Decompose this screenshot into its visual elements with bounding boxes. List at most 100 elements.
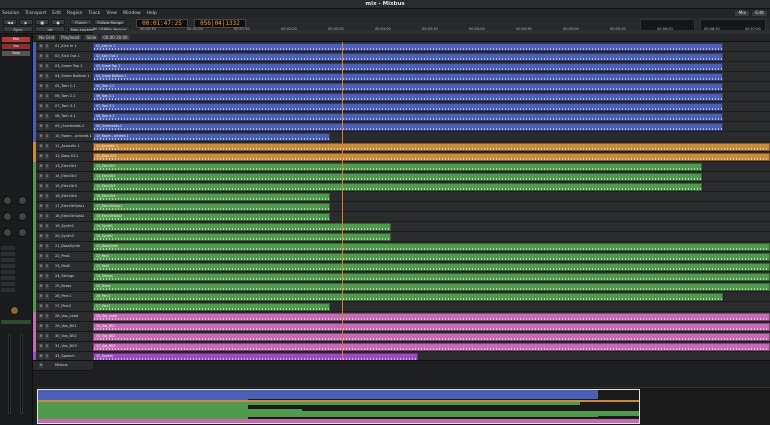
track-header[interactable]: M S 09_Overheads.1 — [33, 122, 93, 132]
mute-button[interactable]: M — [39, 114, 43, 119]
eq-knob[interactable] — [3, 196, 12, 205]
audio-region[interactable]: 17_ElecGtrSolo1 — [93, 203, 330, 211]
track-header[interactable]: M S 01_Kick In 1 — [33, 42, 93, 52]
strip-button[interactable] — [1, 282, 15, 286]
track-header[interactable]: M S 13_ElecGtr1 — [33, 162, 93, 172]
track-header[interactable]: M S 18_ElecGtrSolo2 — [33, 212, 93, 222]
mute-button[interactable]: M — [39, 134, 43, 139]
pan-knob[interactable] — [10, 306, 19, 315]
mute-button[interactable]: M — [39, 254, 43, 259]
solo-button[interactable]: S — [45, 264, 49, 269]
track-lane[interactable]: 10_Room - printed.1 — [93, 132, 770, 142]
solo-button[interactable]: S — [45, 54, 49, 59]
track-lane[interactable]: 14_ElecGtr2 — [93, 172, 770, 182]
mute-button[interactable]: M — [39, 84, 43, 89]
track-lane[interactable]: 18_ElecGtrSolo2 — [93, 212, 770, 222]
edit-point-select[interactable]: Playhead — [59, 35, 82, 40]
mute-button[interactable]: M — [39, 154, 43, 159]
audio-region[interactable]: 07_Tom 3.1 — [93, 103, 723, 111]
audio-region[interactable]: 03_Snare Top 1 — [93, 63, 723, 71]
track-lane[interactable]: 15_ElecGtr3 — [93, 182, 770, 192]
mute-button[interactable]: M — [39, 144, 43, 149]
track-lane[interactable]: 22_Pad1 — [93, 252, 770, 262]
audio-region[interactable]: 30_Vox_BV2 — [93, 333, 770, 341]
play-button[interactable]: ▶ — [19, 19, 33, 25]
strip-button[interactable] — [1, 246, 15, 250]
strip-button[interactable] — [1, 288, 15, 292]
mute-button[interactable]: M — [39, 244, 43, 249]
track-header[interactable]: M S 16_ElecGtr4 — [33, 192, 93, 202]
audio-region[interactable]: 20_Synth2 — [93, 233, 391, 241]
track-header[interactable]: M S 15_ElecGtr3 — [33, 182, 93, 192]
track-lane[interactable]: 25_Brass — [93, 282, 770, 292]
audio-region[interactable]: 13_ElecGtr1 — [93, 163, 703, 171]
track-header[interactable]: M S 05_Tom 1.1 — [33, 82, 93, 92]
track-lane[interactable]: 03_Snare Top 1 — [93, 62, 770, 72]
mute-button[interactable]: M — [39, 354, 43, 359]
eq-knob[interactable] — [18, 196, 27, 205]
mixbus-track-header[interactable]: M Mixbus — [33, 361, 93, 371]
mute-button[interactable]: M — [39, 284, 43, 289]
audio-region[interactable]: 06_Tom 2.1 — [93, 93, 723, 101]
track-header[interactable]: M S 07_Tom 3.1 — [33, 102, 93, 112]
menu-edit[interactable]: Edit — [52, 11, 61, 16]
strip-button[interactable] — [1, 276, 15, 280]
rewind-button[interactable]: ◀◀ — [3, 19, 17, 25]
solo-button[interactable]: S — [45, 74, 49, 79]
track-header[interactable]: M S 27_Perc2 — [33, 302, 93, 312]
solo-button[interactable]: S — [45, 124, 49, 129]
menu-region[interactable]: Region — [67, 11, 82, 16]
solo-button[interactable]: S — [45, 174, 49, 179]
mute-button[interactable]: M — [39, 344, 43, 349]
audio-region[interactable]: 31_Vox_BV3 — [93, 343, 770, 351]
track-lane[interactable]: 24_Strings — [93, 272, 770, 282]
mute-button[interactable]: M — [39, 314, 43, 319]
mute-button[interactable]: M — [39, 124, 43, 129]
solo-button[interactable]: S — [45, 184, 49, 189]
mute-button[interactable]: M — [39, 224, 43, 229]
audio-region[interactable]: 16_ElecGtr4 — [93, 193, 330, 201]
comp-knob[interactable] — [3, 228, 12, 237]
track-lane[interactable]: 05_Tom 1.1 — [93, 82, 770, 92]
edit-window-button[interactable]: Edit — [752, 10, 767, 16]
track-lane[interactable]: 20_Synth2 — [93, 232, 770, 242]
track-lane[interactable]: 21_BassSynth — [93, 242, 770, 252]
comp-knob[interactable] — [18, 228, 27, 237]
menu-view[interactable]: View — [106, 11, 117, 16]
audio-region[interactable]: 21_BassSynth — [93, 243, 770, 251]
record-button[interactable]: ● — [51, 19, 65, 25]
playhead-marker[interactable] — [342, 42, 343, 387]
summary-pane[interactable] — [37, 387, 770, 425]
track-header[interactable]: M S 03_Snare Top 1 — [33, 62, 93, 72]
mute-button[interactable]: M — [39, 54, 43, 59]
solo-button[interactable]: S — [45, 114, 49, 119]
solo-button[interactable]: S — [45, 214, 49, 219]
audio-region[interactable]: 24_Strings — [93, 273, 770, 281]
solo-button[interactable]: S — [45, 204, 49, 209]
editor-empty-area[interactable]: M Mixbus — [33, 360, 770, 387]
mute-button[interactable]: M — [39, 64, 43, 69]
mute-button[interactable]: M — [39, 274, 43, 279]
audio-region[interactable]: 09_Overheads.1 — [93, 123, 723, 131]
mute-button[interactable]: M — [39, 184, 43, 189]
track-lane[interactable]: 26_Perc1 — [93, 292, 770, 302]
solo-button[interactable]: S — [45, 144, 49, 149]
mute-button[interactable]: M — [39, 324, 43, 329]
solo-button[interactable]: S — [45, 64, 49, 69]
solo-button[interactable]: S — [45, 344, 49, 349]
audio-region[interactable]: 27_Perc2 — [93, 303, 330, 311]
stop-button[interactable]: ■ — [35, 19, 49, 25]
track-header[interactable]: M S 25_Brass — [33, 282, 93, 292]
audio-region[interactable]: 10_Room - printed.1 — [93, 133, 330, 141]
solo-button[interactable]: S — [45, 104, 49, 109]
solo-button[interactable]: S — [45, 44, 49, 49]
track-header[interactable]: M S 17_ElecGtrSolo1 — [33, 202, 93, 212]
menu-transport[interactable]: Transport — [25, 11, 46, 16]
track-lane[interactable]: 27_Perc2 — [93, 302, 770, 312]
punch-button[interactable]: Punch — [70, 19, 92, 25]
track-header[interactable]: M S 14_ElecGtr2 — [33, 172, 93, 182]
track-lane[interactable]: 04_Snare Bottom 1 — [93, 72, 770, 82]
mute-button[interactable]: M — [39, 104, 43, 109]
menu-track[interactable]: Track — [88, 11, 100, 16]
eq-knob[interactable] — [3, 212, 12, 221]
